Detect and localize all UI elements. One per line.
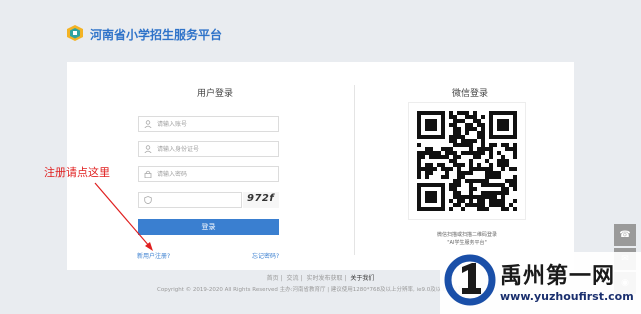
register-link[interactable]: 新用户注册? [137, 251, 170, 260]
qr-code-image [417, 111, 517, 211]
id-number-input[interactable] [157, 143, 275, 155]
captcha-field[interactable] [138, 192, 242, 208]
qr-caption-line1: 微信扫描或扫描二维码登录 [436, 232, 497, 238]
footer-link-contact[interactable]: 交流 [287, 275, 299, 282]
id-number-field [138, 141, 279, 157]
register-annotation: 注册请点这里 [44, 166, 110, 179]
copyright-text: Copyright © 2019-2020 All Rights Reserve… [157, 287, 464, 293]
watermark-logo-icon [444, 254, 496, 306]
password-field [138, 166, 279, 182]
wechat-login-title: 微信登录 [451, 89, 488, 99]
header: 河南省小学招生服务平台 [0, 0, 641, 62]
login-title: 用户登录 [196, 89, 233, 99]
password-input[interactable] [157, 168, 275, 180]
card-divider [354, 85, 355, 255]
platform-logo-icon [67, 25, 83, 41]
phone-icon[interactable]: ☎ [614, 224, 636, 246]
footer-link-release[interactable]: 实时发布获取 [306, 275, 342, 282]
account-input[interactable] [157, 118, 275, 130]
watermark-title: 禹州第一网 [500, 264, 616, 289]
qr-caption-line2: "AI学生服务平台" [447, 240, 487, 246]
wechat-qr-code [408, 102, 526, 220]
platform-title: 河南省小学招生服务平台 [90, 28, 223, 42]
footer-link-home[interactable]: 首页 [267, 275, 279, 282]
user-icon [144, 145, 152, 153]
login-button[interactable]: 登录 [138, 219, 279, 235]
account-field [138, 116, 279, 132]
captcha-text: 972f [247, 193, 275, 204]
footer-link-about[interactable]: 关于我们 [350, 275, 374, 282]
lock-icon [144, 170, 152, 178]
watermark-url: www.yuzhoufirst.com [500, 290, 634, 303]
forgot-password-link[interactable]: 忘记密码? [252, 251, 279, 260]
shield-icon [144, 196, 152, 204]
captcha-image[interactable]: 972f [243, 192, 279, 208]
user-icon [144, 120, 152, 128]
